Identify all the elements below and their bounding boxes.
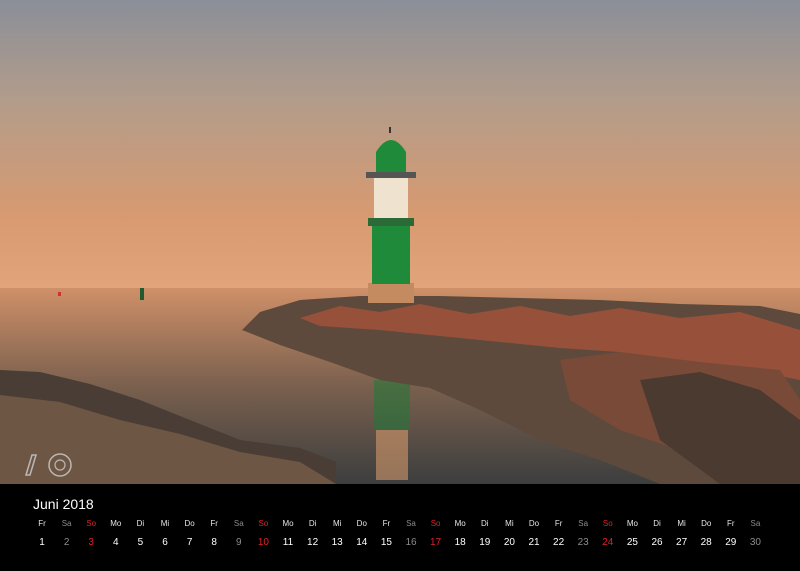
calendar-day: Fr 1	[30, 518, 54, 550]
day-number: 21	[528, 537, 540, 548]
weekday-label: Sa	[406, 519, 416, 528]
calendar-day: Mi 20	[497, 518, 521, 550]
day-number: 24	[602, 537, 614, 548]
calendar-day: Sa 23	[571, 518, 595, 550]
calendar-day: Fr 22	[547, 518, 571, 550]
calendar-day: So 24	[596, 518, 620, 550]
day-number: 14	[356, 537, 368, 548]
calendar-day: So 10	[251, 518, 275, 550]
weekday-label: So	[602, 519, 613, 528]
weekday-label: Fr	[210, 519, 218, 528]
day-number: 7	[186, 537, 193, 548]
weekday-label: Fr	[382, 519, 391, 528]
calendar-day: Di 12	[301, 518, 325, 550]
calendar-day: Di 5	[128, 518, 152, 550]
weekday-label: So	[86, 519, 97, 528]
day-number: 23	[577, 537, 589, 548]
day-number: 2	[63, 537, 70, 548]
calendar-day: So 3	[79, 518, 103, 550]
calendar-day: Mi 13	[325, 518, 349, 550]
weekday-label: Di	[136, 519, 145, 528]
calendar-days: Fr 1 Sa 2 So 3 Mo 4 Di 5 Mi 6 Do 7 Fr 8 Sa 9 So 10 Mo 11 Di 12 M…	[38, 518, 782, 562]
calendar-day: Sa 9	[227, 518, 251, 550]
weekday-label: Mo	[626, 519, 638, 528]
weekday-label: Sa	[750, 519, 761, 528]
calendar-day: Mo 25	[620, 518, 644, 550]
day-number: 12	[307, 537, 319, 548]
day-number: 3	[88, 537, 94, 548]
weekday-label: Do	[528, 519, 540, 528]
calendar-day: Fr 15	[374, 518, 398, 550]
calendar-title: Juni 2018	[33, 496, 94, 512]
calendar-day: Sa 30	[743, 518, 767, 550]
weekday-label: Mi	[160, 519, 170, 528]
month-label: Juni	[33, 496, 59, 512]
weekday-label: So	[430, 519, 441, 528]
weekday-label: So	[258, 519, 269, 528]
day-number: 25	[626, 537, 638, 548]
day-number: 30	[749, 537, 761, 548]
day-number: 18	[454, 537, 466, 548]
day-number: 13	[331, 537, 343, 548]
day-number: 5	[137, 537, 144, 548]
weekday-label: Mi	[677, 519, 686, 528]
calendar-day: Mi 27	[670, 518, 694, 550]
weekday-label: Sa	[233, 519, 244, 528]
weekday-label: Fr	[554, 519, 563, 528]
calendar-day: Do 7	[178, 518, 202, 550]
day-number: 22	[553, 537, 565, 548]
calendar-day: Fr 8	[202, 518, 226, 550]
weekday-label: Mo	[110, 519, 122, 528]
day-number: 27	[676, 537, 688, 548]
day-number: 9	[236, 537, 242, 548]
day-number: 26	[651, 537, 663, 548]
day-number: 28	[700, 537, 712, 548]
calendar-day: Do 14	[350, 518, 374, 550]
weekday-label: Di	[653, 519, 661, 528]
day-number: 19	[479, 537, 491, 548]
weekday-label: Mo	[282, 519, 294, 528]
day-number: 1	[39, 537, 45, 548]
calendar-day: Sa 2	[55, 518, 79, 550]
calendar-day: Do 21	[522, 518, 546, 550]
day-number: 15	[380, 537, 392, 548]
calendar-day: Do 28	[694, 518, 718, 550]
calendar-strip: Juni 2018 Fr 1 Sa 2 So 3 Mo 4 Di 5 Mi 6 Do 7 Fr 8 Sa 9 So 1…	[0, 484, 800, 571]
weekday-label: Mi	[332, 519, 342, 528]
day-number: 6	[162, 537, 168, 548]
day-number: 17	[430, 537, 442, 548]
calendar-day: Di 26	[645, 518, 669, 550]
photographer-logo-icon	[24, 453, 72, 477]
day-number: 16	[405, 537, 417, 548]
day-number: 8	[211, 537, 217, 548]
lighthouse-reflection	[374, 380, 410, 480]
day-number: 29	[725, 537, 737, 548]
day-number: 10	[257, 537, 269, 548]
lighthouse-photo	[0, 0, 800, 484]
weekday-label: Do	[701, 519, 712, 528]
calendar-day: Mo 11	[276, 518, 300, 550]
weekday-label: Fr	[727, 519, 735, 528]
weekday-label: Do	[356, 519, 367, 528]
weekday-label: Mi	[505, 519, 514, 528]
day-number: 11	[282, 537, 294, 548]
calendar-day: Mi 6	[153, 518, 177, 550]
calendar-day: Mo 18	[448, 518, 472, 550]
calendar-day: So 17	[424, 518, 448, 550]
weekday-label: Di	[308, 519, 317, 528]
calendar-day: Sa 16	[399, 518, 423, 550]
calendar-day: Fr 29	[719, 518, 743, 550]
calendar-day: Mo 4	[104, 518, 128, 550]
calendar-day: Di 19	[473, 518, 497, 550]
weekday-label: Fr	[38, 519, 46, 528]
year-label: 2018	[62, 496, 94, 512]
weekday-label: Sa	[61, 519, 72, 528]
weekday-label: Di	[481, 519, 489, 528]
day-number: 4	[113, 537, 119, 548]
weekday-label: Sa	[578, 519, 589, 528]
weekday-label: Mo	[454, 519, 466, 528]
weekday-label: Do	[184, 519, 195, 528]
day-number: 20	[503, 537, 515, 548]
